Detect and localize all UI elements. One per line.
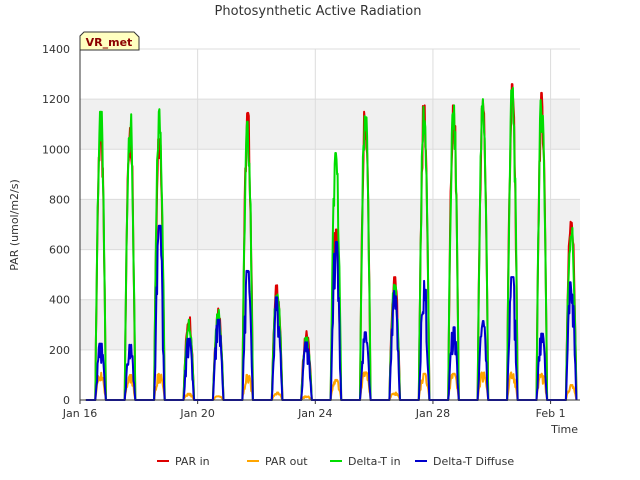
x-tick-label: Jan 24 (297, 407, 332, 420)
x-tick-label: Jan 28 (415, 407, 450, 420)
plot-band (80, 99, 580, 150)
y-tick-label: 200 (49, 344, 70, 357)
plot-band (80, 149, 580, 200)
chart-title: Photosynthetic Active Radiation (215, 4, 422, 19)
y-axis-label: PAR (umol/m2/s) (8, 179, 21, 271)
x-tick-label: Feb 1 (536, 407, 566, 420)
station-badge-label: VR_met (86, 36, 133, 49)
par-chart: 0 200 400 600 800 1000 1200 1400 Jan 16 Jan 20 Jan… (0, 0, 640, 480)
y-tick-label: 800 (49, 193, 70, 206)
y-tick-label: 1000 (42, 143, 70, 156)
legend-label: PAR in (175, 455, 210, 468)
y-tick-label: 1200 (42, 93, 70, 106)
y-tick-label: 400 (49, 294, 70, 307)
legend-label: Delta-T in (348, 455, 401, 468)
station-badge: VR_met (79, 31, 140, 51)
y-tick-label: 600 (49, 244, 70, 257)
x-tick-label: Jan 20 (179, 407, 214, 420)
y-tick-label: 1400 (42, 43, 70, 56)
x-axis-label: Time (550, 423, 578, 436)
plot-band (80, 49, 580, 100)
x-tick-label: Jan 16 (62, 407, 97, 420)
legend-label: Delta-T Diffuse (433, 455, 514, 468)
legend-label: PAR out (265, 455, 308, 468)
y-tick-label: 0 (63, 394, 70, 407)
